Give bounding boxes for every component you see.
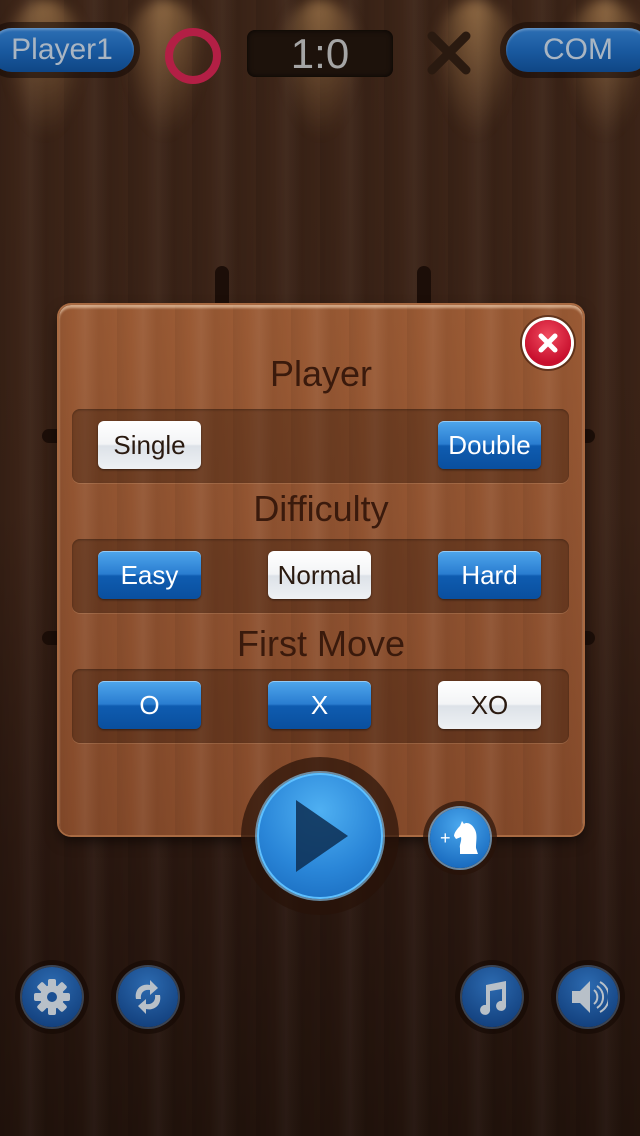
speaker-icon	[572, 981, 608, 1013]
close-icon	[538, 333, 558, 353]
play-icon	[296, 800, 348, 872]
o-mark-icon	[165, 28, 221, 84]
difficulty-section-title: Difficulty	[253, 488, 389, 529]
first-move-section-title: First Move	[236, 623, 405, 664]
settings-button[interactable]	[22, 967, 82, 1027]
refresh-icon	[135, 980, 161, 1014]
o-first-option[interactable]: O	[98, 681, 201, 729]
play-button[interactable]	[257, 773, 383, 899]
svg-text:+: +	[440, 828, 451, 848]
game-settings-dialog: Player Single Double Difficulty Easy Nor…	[59, 305, 583, 835]
easy-option[interactable]: Easy	[98, 551, 201, 599]
gear-icon	[34, 979, 70, 1015]
music-note-icon	[480, 981, 507, 1015]
hard-option[interactable]: Hard	[438, 551, 541, 599]
knight-plus-icon: +	[440, 821, 478, 854]
x-first-option[interactable]: X	[268, 681, 371, 729]
player1-label: Player1	[0, 28, 134, 72]
difficulty-options: Easy Normal Hard	[72, 539, 569, 613]
double-option[interactable]: Double	[438, 421, 541, 469]
restart-button[interactable]	[118, 967, 178, 1027]
player2-label: COM	[506, 28, 640, 72]
score-display: 1:0	[247, 30, 393, 77]
add-chess-button[interactable]: +	[430, 808, 490, 868]
normal-option[interactable]: Normal	[268, 551, 371, 599]
xo-first-option[interactable]: XO	[438, 681, 541, 729]
player-section-title: Player	[269, 353, 373, 394]
sound-button[interactable]	[558, 967, 618, 1027]
x-mark-icon	[427, 31, 471, 75]
player-options: Single Double	[72, 409, 569, 483]
first-move-options: O X XO	[72, 669, 569, 743]
music-button[interactable]	[462, 967, 522, 1027]
single-option[interactable]: Single	[98, 421, 201, 469]
